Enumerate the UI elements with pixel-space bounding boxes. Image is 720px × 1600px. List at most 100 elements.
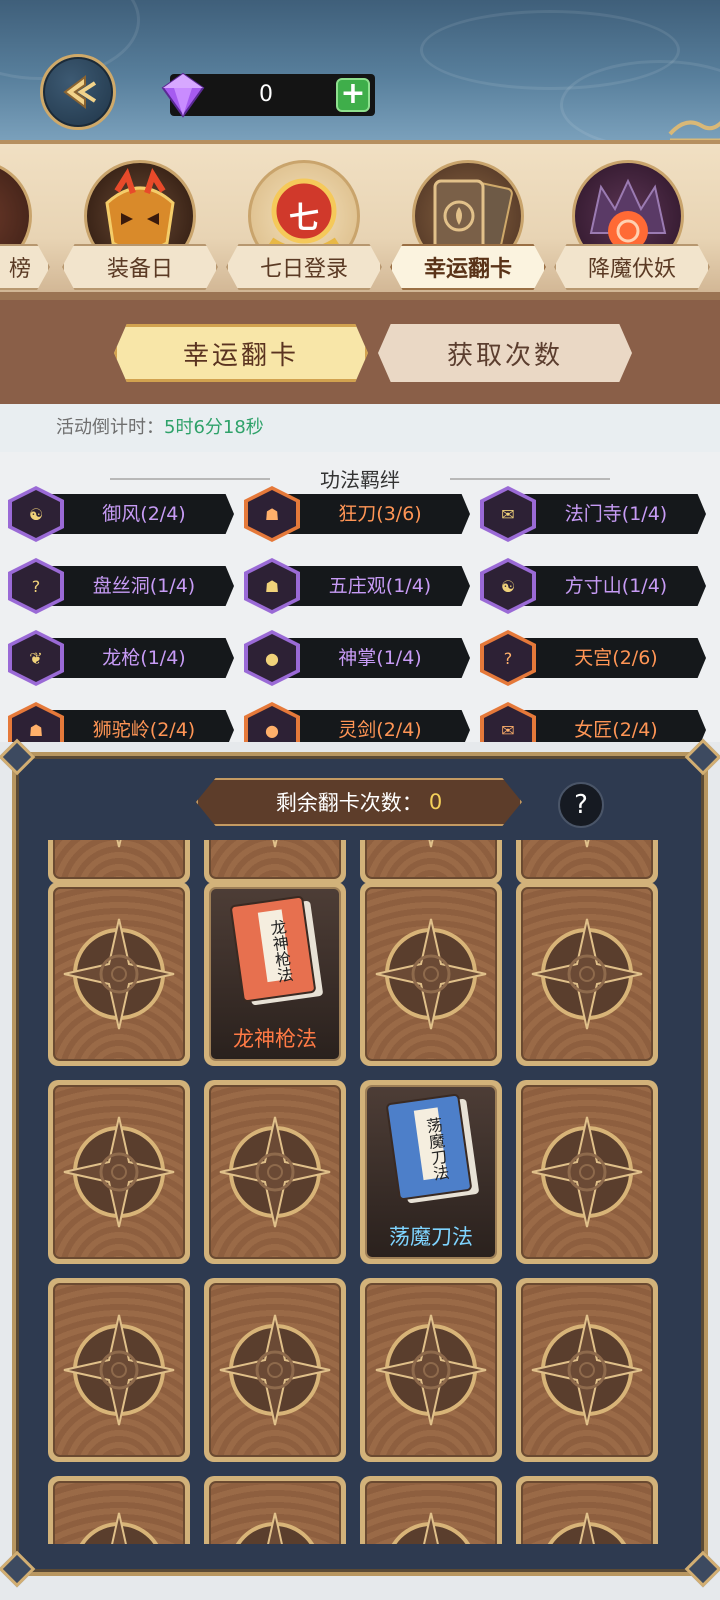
face-down-card[interactable]	[48, 1476, 190, 1544]
tab-label: 幸运翻卡	[423, 257, 512, 282]
bond-item[interactable]: ✉ 法门寺(1/4)	[480, 486, 706, 542]
face-down-card[interactable]	[204, 840, 346, 884]
event-countdown: 活动倒计时：5时6分18秒	[0, 404, 720, 452]
card-face: 荡魔刀法 荡魔刀法	[365, 1085, 497, 1259]
card-back-emblem-icon	[375, 918, 487, 1030]
countdown-label: 活动倒计时：	[56, 417, 164, 438]
revealed-card[interactable]: 龙神枪法 龙神枪法	[204, 882, 346, 1066]
bond-name: 女匠(2/4)	[574, 719, 658, 741]
face-down-card[interactable]	[360, 1278, 502, 1462]
card-back	[209, 1283, 341, 1457]
bond-item[interactable]: ☯ 方寸山(1/4)	[480, 558, 706, 614]
bond-frame: ●	[244, 702, 300, 742]
tab-ranking[interactable]: 榜	[0, 244, 50, 290]
tab-label: 七日登录	[259, 257, 348, 282]
card-skill-name: 荡魔刀法	[389, 1225, 473, 1249]
bond-name: 灵剑(2/4)	[338, 719, 422, 741]
bond-item[interactable]: ☗ 狂刀(3/6)	[244, 486, 470, 542]
card-back	[53, 887, 185, 1061]
bond-name: 法门寺(1/4)	[564, 503, 668, 525]
orb-icon: ●	[248, 634, 296, 682]
bond-name: 盘丝洞(1/4)	[92, 575, 196, 597]
mask-icon: ☗	[12, 706, 60, 742]
face-down-card[interactable]	[360, 882, 502, 1066]
card-back-emblem-icon	[428, 840, 434, 848]
back-arrow-icon	[63, 75, 97, 109]
face-down-card[interactable]	[360, 840, 502, 884]
orb-icon: ●	[248, 706, 296, 742]
yin-yang-icon: ☯	[12, 490, 60, 538]
bond-item[interactable]: ☯ 御风(2/4)	[8, 486, 234, 542]
bond-item[interactable]: ☗ 狮驼岭(2/4)	[8, 702, 234, 742]
card-back-emblem-icon	[391, 1512, 471, 1544]
bond-frame: ✉	[480, 702, 536, 742]
bond-item[interactable]: ✉ 女匠(2/4)	[480, 702, 706, 742]
help-button[interactable]: ?	[558, 782, 604, 828]
face-down-card[interactable]	[516, 1278, 658, 1462]
subtab-label: 获取次数	[446, 340, 563, 371]
subtab-lucky-card[interactable]: 幸运翻卡	[114, 324, 368, 382]
divider	[450, 478, 610, 480]
remaining-count: 0	[428, 790, 443, 814]
bond-item[interactable]: ❦ 龙枪(1/4)	[8, 630, 234, 686]
question-scroll-icon: ?	[12, 562, 60, 610]
face-down-card[interactable]	[360, 1476, 502, 1544]
dragon-icon: ❦	[12, 634, 60, 682]
tab-label: 榜	[8, 257, 31, 282]
face-down-card[interactable]	[516, 882, 658, 1066]
bond-name: 御风(2/4)	[102, 503, 186, 525]
card-back-emblem-icon	[531, 1116, 643, 1228]
bond-name: 方寸山(1/4)	[564, 575, 668, 597]
back-button[interactable]	[40, 54, 116, 130]
tab-equipment-day[interactable]: 装备日	[62, 244, 218, 290]
bond-name: 龙枪(1/4)	[102, 647, 186, 669]
revealed-card[interactable]: 荡魔刀法 荡魔刀法	[360, 1080, 502, 1264]
bond-item[interactable]: ● 灵剑(2/4)	[244, 702, 470, 742]
card-back	[209, 1085, 341, 1259]
card-back	[365, 1481, 497, 1544]
face-down-card[interactable]	[204, 1080, 346, 1264]
face-down-card[interactable]	[204, 1476, 346, 1544]
face-down-card[interactable]	[48, 1278, 190, 1462]
card-grid: 龙神枪法 龙神枪法 荡魔刀法 荡魔刀法	[40, 840, 680, 1544]
card-back-emblem-icon	[375, 1314, 487, 1426]
countdown-time: 5时6分18秒	[164, 417, 264, 438]
bond-item[interactable]: ● 神掌(1/4)	[244, 630, 470, 686]
face-down-card[interactable]	[204, 1278, 346, 1462]
card-back	[53, 1283, 185, 1457]
card-back-emblem-icon	[584, 840, 590, 848]
face-down-card[interactable]	[48, 1080, 190, 1264]
seven-badge: 七	[289, 201, 319, 236]
diamond-icon	[161, 72, 205, 118]
scroll-icon: ✉	[484, 490, 532, 538]
face-down-card[interactable]	[516, 1476, 658, 1544]
card-back	[521, 1481, 653, 1544]
bond-item[interactable]: ? 盘丝洞(1/4)	[8, 558, 234, 614]
subtab-label: 幸运翻卡	[182, 340, 299, 371]
bond-item[interactable]: ? 天宫(2/6)	[480, 630, 706, 686]
bond-item[interactable]: ☗ 五庄观(1/4)	[244, 558, 470, 614]
tab-lucky-card[interactable]: 幸运翻卡	[390, 244, 546, 290]
event-tab-strip: 七 榜 装备日 七日登录 幸运翻卡 降魔伏妖	[0, 140, 720, 300]
subtab-get-attempts[interactable]: 获取次数	[378, 324, 632, 382]
card-back	[53, 1085, 185, 1259]
add-gems-button[interactable]: +	[336, 78, 370, 112]
card-back-emblem-icon	[63, 1116, 175, 1228]
scroll-icon: ✉	[484, 706, 532, 742]
bond-name: 神掌(1/4)	[338, 647, 422, 669]
face-down-card[interactable]	[48, 882, 190, 1066]
tab-strip-border	[0, 292, 720, 300]
bond-name: 狮驼岭(2/4)	[92, 719, 196, 741]
tab-seven-day-login[interactable]: 七日登录	[226, 244, 382, 290]
card-back	[521, 840, 653, 879]
card-back-emblem-icon	[547, 1512, 627, 1544]
card-face: 龙神枪法 龙神枪法	[209, 887, 341, 1061]
face-down-card[interactable]	[48, 840, 190, 884]
yin-yang-icon: ☯	[484, 562, 532, 610]
bond-name: 天宫(2/6)	[574, 647, 658, 669]
card-back-emblem-icon	[531, 918, 643, 1030]
face-down-card[interactable]	[516, 840, 658, 884]
tab-demon-subduing[interactable]: 降魔伏妖	[554, 244, 710, 290]
face-down-card[interactable]	[516, 1080, 658, 1264]
tab-label: 降魔伏妖	[587, 257, 676, 282]
